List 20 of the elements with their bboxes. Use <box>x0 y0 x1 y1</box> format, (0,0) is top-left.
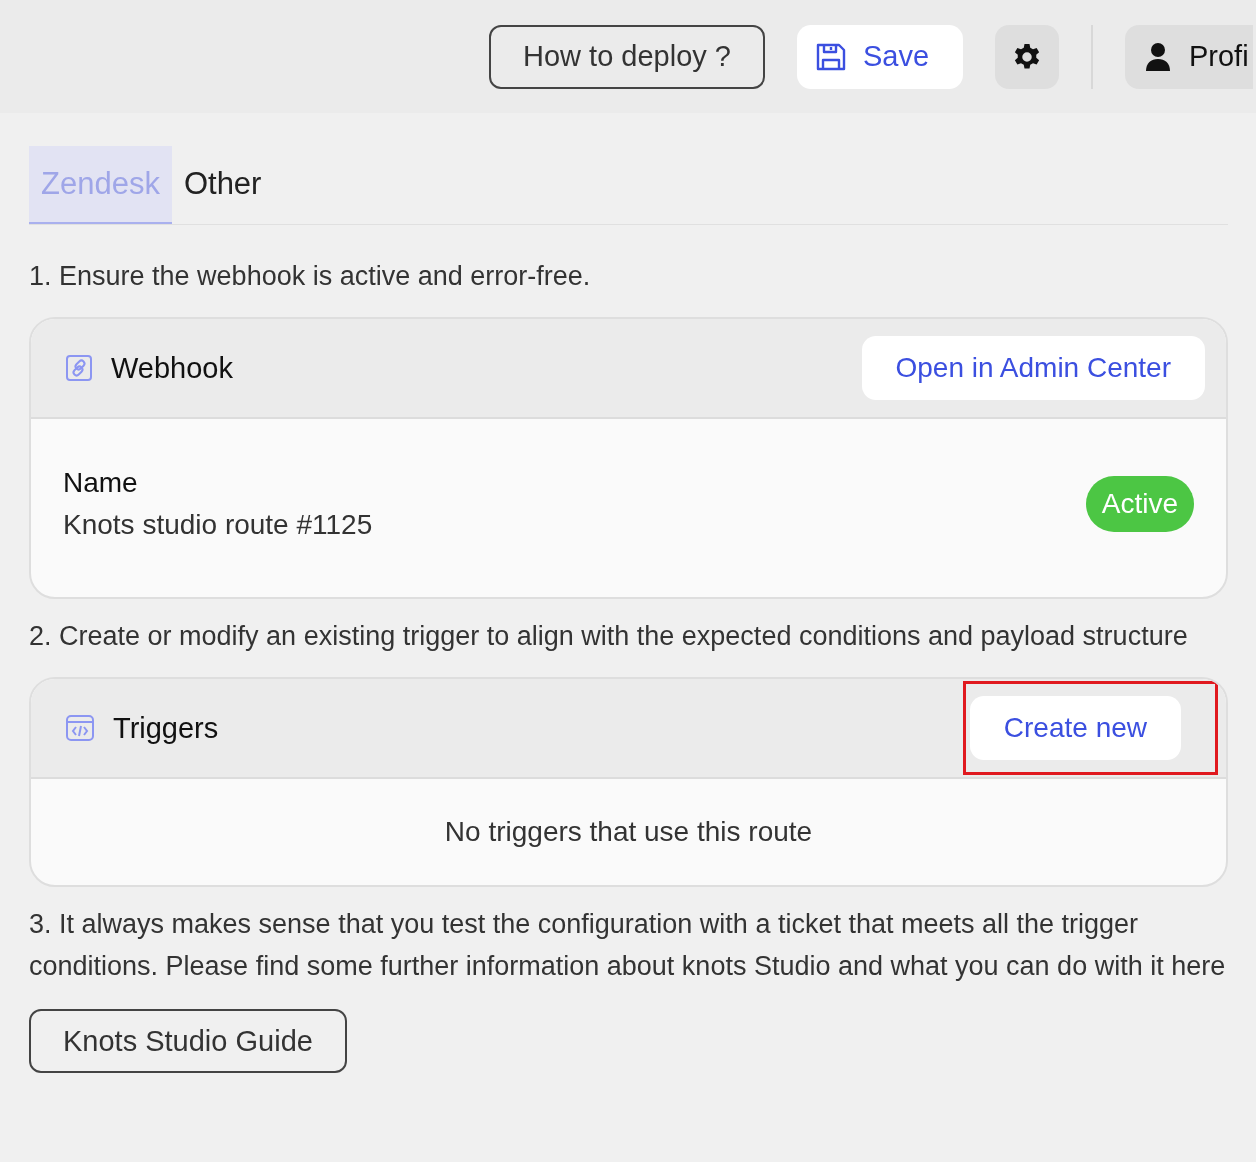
field-label: Name <box>63 467 139 499</box>
card-action-button[interactable]: Create new <box>969 696 1181 760</box>
link-icon <box>65 354 93 382</box>
save-button[interactable]: Save <box>796 24 963 89</box>
card-title: Webhook <box>111 351 234 385</box>
profile-button[interactable]: Profi <box>1124 24 1253 89</box>
code-window-icon <box>65 713 95 743</box>
settings-button[interactable] <box>994 24 1059 89</box>
card-action-button[interactable]: Open in Admin Center <box>861 336 1205 400</box>
user-icon <box>1144 41 1171 72</box>
empty-state-text: No triggers that use this route <box>443 816 814 848</box>
instruction-text: 2. Create or modify an existing trigger to align with the expected conditions and payload structure <box>29 620 1189 653</box>
deploy-guide-button[interactable]: How to deploy ? <box>489 24 765 89</box>
status-badge: Active <box>1085 476 1194 532</box>
tab[interactable]: Other <box>171 146 274 224</box>
instruction-text: 3. It always makes sense that you test the configuration with a ticket that meets all the trigger conditions. Please find some further information about knots Studio and what you can do with it here <box>29 908 1227 983</box>
instruction-text: 1. Ensure the webhook is active and error-free. <box>29 260 592 293</box>
field-value: Knots studio route #1125 <box>63 509 373 541</box>
card-title: Triggers <box>113 711 220 745</box>
guide-button[interactable]: Knots Studio Guide <box>29 1009 347 1073</box>
